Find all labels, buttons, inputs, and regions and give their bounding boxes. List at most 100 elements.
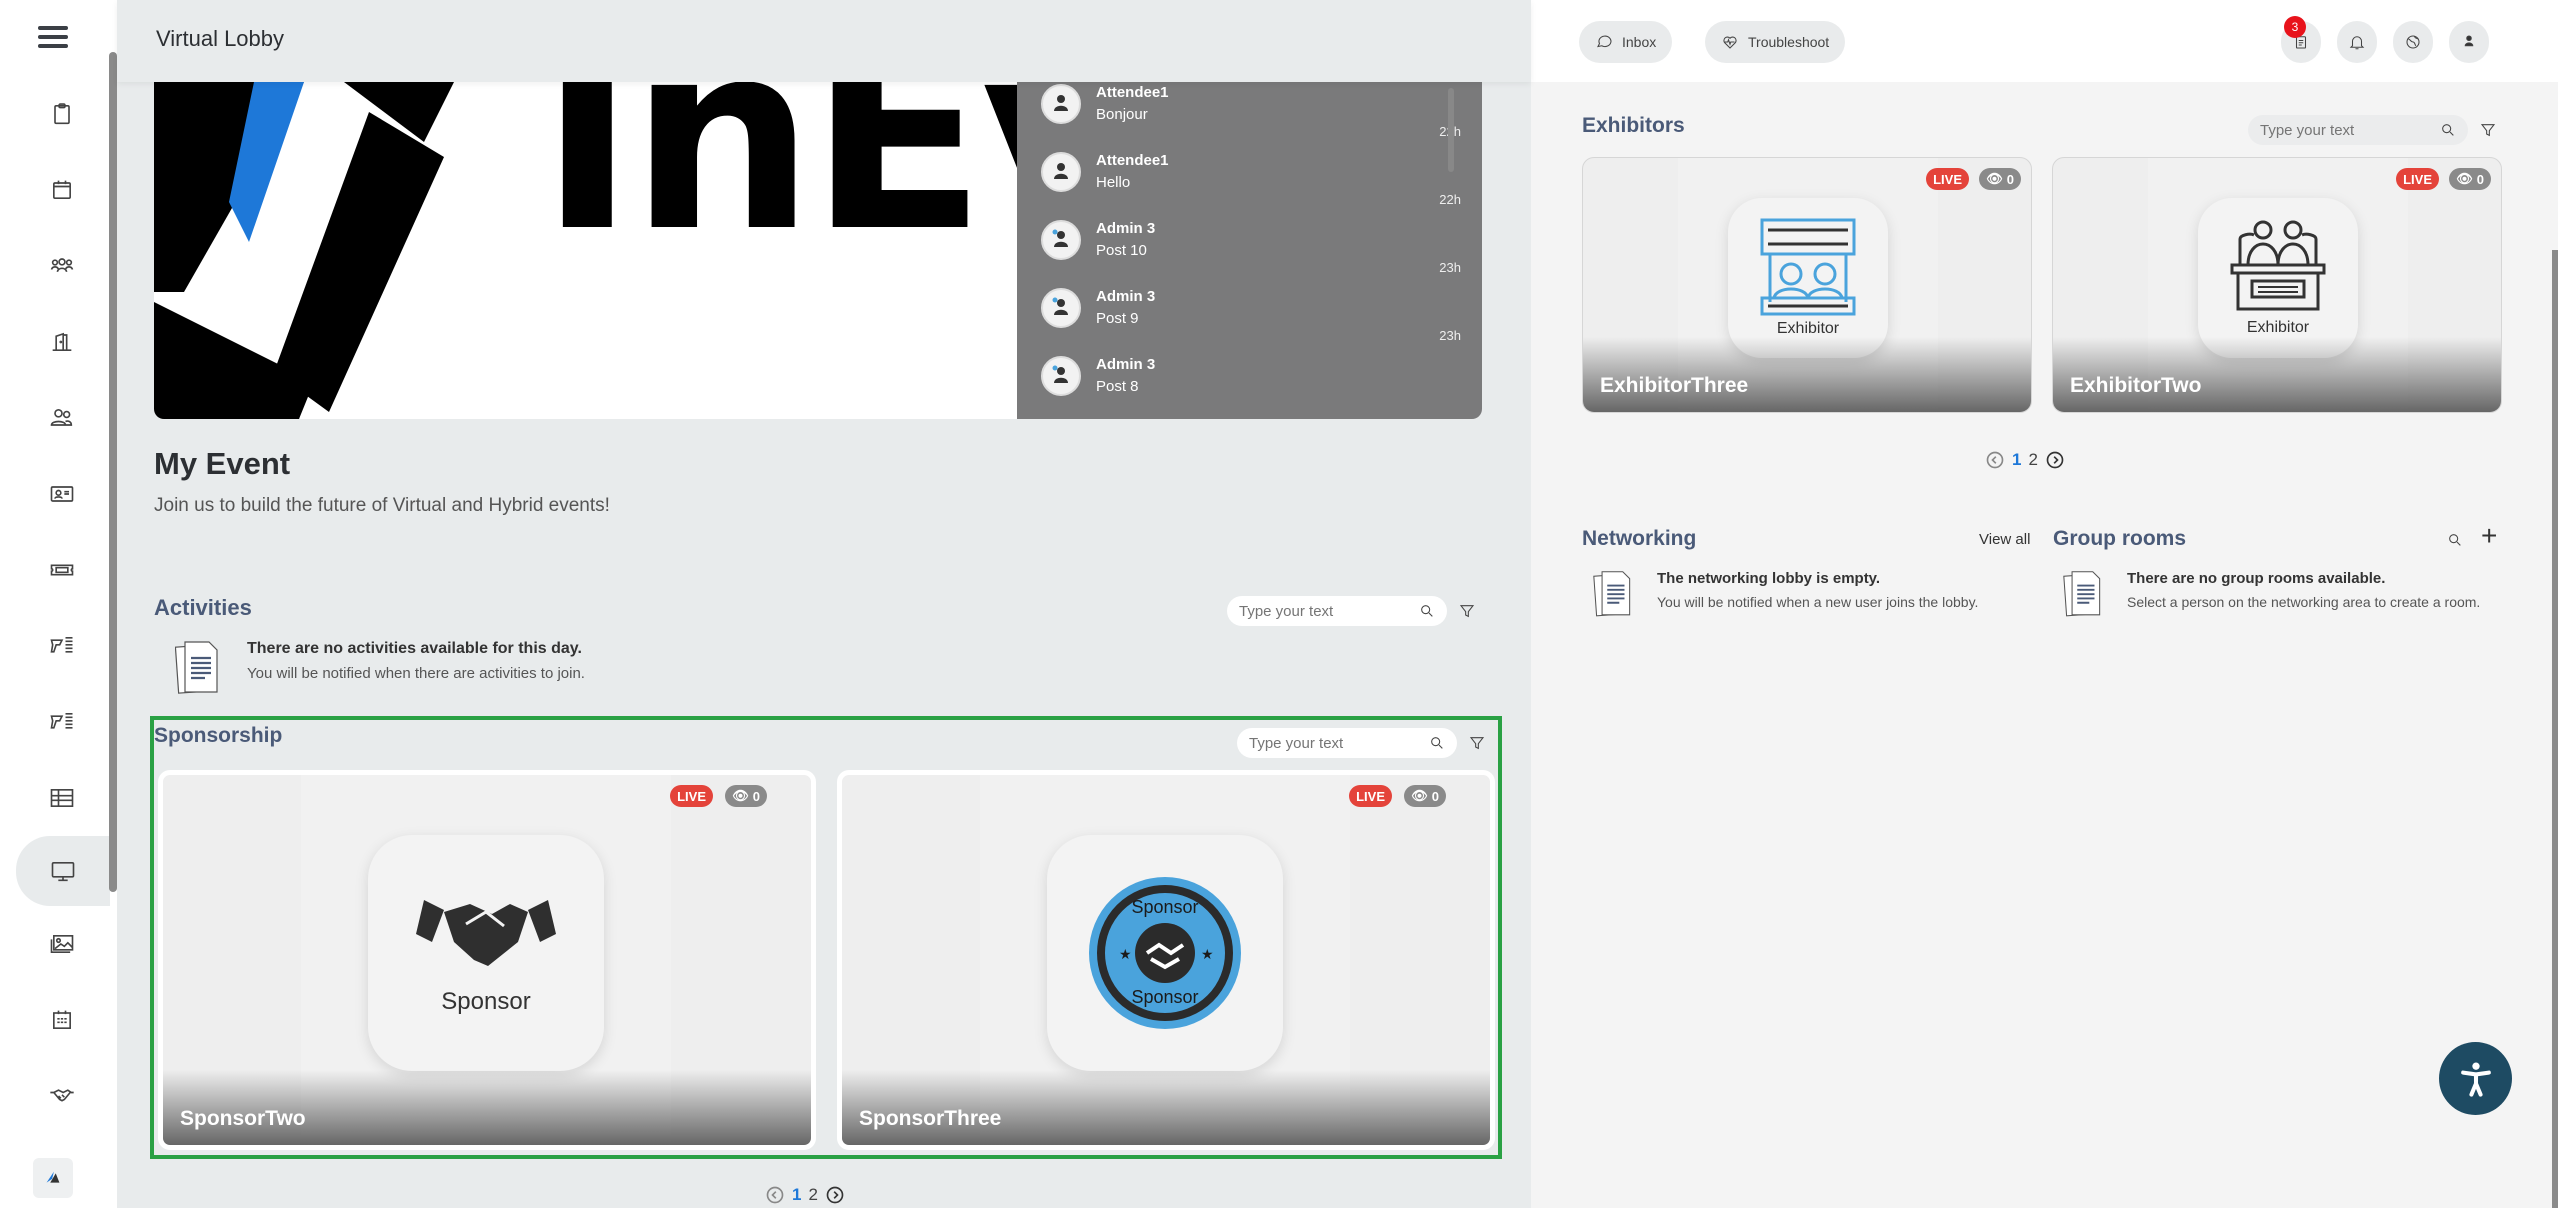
- exhibitor-tile-label: Exhibitor: [2246, 319, 2310, 336]
- id-card-icon: [50, 486, 74, 502]
- sponsor-tile: Sponsor Sponsor ★ ★: [1047, 835, 1283, 1071]
- chevron-right-icon[interactable]: [2045, 450, 2065, 470]
- notifications-button[interactable]: [2337, 21, 2377, 63]
- activities-title: Activities: [154, 595, 252, 620]
- sidebar-item-rooms[interactable]: [16, 310, 108, 374]
- sidebar-item-table[interactable]: [16, 766, 108, 830]
- feed-item[interactable]: Attendee1Bonjour22h: [1041, 84, 1461, 152]
- activity-feed: Attendee1Bonjour22hAttendee1Hello22hAdmi…: [1017, 82, 1482, 419]
- sidebar-item-networking[interactable]: [16, 386, 108, 450]
- feed-item[interactable]: Attendee1 Hello 22h: [1041, 152, 1461, 220]
- sidebar-item-calendar[interactable]: [16, 158, 108, 222]
- exhibitor-card[interactable]: Exhibitor LIVE 👁 0 ExhibitorThree: [1582, 157, 2032, 413]
- sidebar-item-schedule[interactable]: [16, 988, 108, 1052]
- activities-search-input[interactable]: [1239, 602, 1389, 620]
- sidebar-item-sponsors[interactable]: [16, 1064, 108, 1128]
- sponsor-card[interactable]: Sponsor LIVE 👁 0 SponsorTwo: [158, 770, 816, 1150]
- troubleshoot-button[interactable]: Troubleshoot: [1705, 21, 1846, 63]
- sidebar-item-tickets[interactable]: [16, 538, 108, 602]
- sidebar-item-scanner-2[interactable]: [16, 690, 108, 754]
- activities-filter-button[interactable]: [1457, 601, 1477, 621]
- exhibitor-podium-icon: [2230, 220, 2326, 311]
- feed-author: Admin 3: [1096, 356, 1156, 373]
- svg-text:★: ★: [1119, 946, 1132, 962]
- sponsorship-title: Sponsorship: [154, 724, 283, 747]
- exhibitor-card[interactable]: Exhibitor LIVE 👁 0 ExhibitorTwo: [2052, 157, 2502, 413]
- sponsorship-section: Sponsorship Sponsor LIVE 👁0 SponsorTwo: [150, 716, 1502, 1159]
- activities-empty-text: You will be notified when there are acti…: [247, 665, 585, 682]
- sidebar-item-scanner[interactable]: [16, 614, 108, 678]
- search-icon[interactable]: [1429, 735, 1445, 751]
- activities-search[interactable]: [1227, 596, 1447, 626]
- chevron-right-icon[interactable]: [825, 1185, 845, 1205]
- feed-time: 23h: [1439, 260, 1461, 275]
- feed-item[interactable]: Admin 3 Post 8: [1041, 356, 1461, 419]
- search-icon[interactable]: [1419, 603, 1435, 619]
- event-banner: InEve Attendee1 Bonjour 22h Attendee1 Hello 2…: [154, 82, 1482, 419]
- search-icon: [2449, 534, 2461, 546]
- language-button[interactable]: [2393, 21, 2433, 63]
- exhibitors-filter-button[interactable]: [2478, 120, 2498, 140]
- feed-message: Post 9: [1096, 310, 1139, 327]
- sidebar-item-agenda[interactable]: [16, 82, 108, 146]
- feed-author: Admin 3: [1096, 288, 1156, 305]
- main-content: Virtual Lobby InEve Attendee1Bonjour22hA…: [117, 0, 1531, 1208]
- accessibility-button[interactable]: [2439, 1042, 2512, 1115]
- event-logo-text: InEve: [539, 82, 1017, 289]
- eye-icon: 👁: [2456, 171, 2473, 186]
- sponsor-card[interactable]: Sponsor Sponsor ★ ★ LIVE 👁 0 SponsorThree: [837, 770, 1495, 1150]
- activities-empty-state: There are no activities available for th…: [175, 640, 585, 698]
- sponsorship-search-input[interactable]: [1249, 734, 1399, 752]
- search-icon[interactable]: [2440, 122, 2456, 138]
- page-1[interactable]: 1: [792, 1185, 801, 1205]
- page-2[interactable]: 2: [2028, 450, 2037, 470]
- feed-message: Post 8: [1096, 378, 1139, 395]
- add-group-room-button[interactable]: +: [2481, 520, 2497, 552]
- inbox-button[interactable]: Inbox: [1579, 21, 1673, 63]
- page-2[interactable]: 2: [808, 1185, 817, 1205]
- exhibitor-tile: Exhibitor: [1728, 198, 1888, 358]
- handshake-icon: [416, 900, 556, 966]
- calendar-grid-icon: [53, 1010, 71, 1029]
- page-title: Virtual Lobby: [156, 26, 285, 51]
- sponsorship-search[interactable]: [1237, 728, 1457, 758]
- hamburger-icon[interactable]: [38, 26, 68, 50]
- accessibility-icon: [2460, 1062, 2491, 1097]
- right-panel-scrollbar[interactable]: [2552, 250, 2558, 1208]
- clipboard-icon: [54, 103, 70, 125]
- group-rooms-title: Group rooms: [2053, 527, 2187, 550]
- document-icon: [2063, 571, 2101, 617]
- sidebar-item-attendees[interactable]: [16, 234, 108, 298]
- feed-scrollbar[interactable]: [1448, 88, 1454, 172]
- chevron-left-icon[interactable]: [1985, 450, 2005, 470]
- view-all-link[interactable]: View all: [1979, 531, 2030, 548]
- exhibitors-search[interactable]: [2248, 115, 2468, 145]
- live-badge: LIVE: [2396, 168, 2439, 190]
- group-rooms-empty-text: Select a person on the networking area t…: [2127, 594, 2481, 610]
- document-icon: [1593, 571, 1631, 617]
- sidebar-item-profile[interactable]: [16, 462, 108, 526]
- exhibitors-search-input[interactable]: [2260, 121, 2410, 139]
- user-avatar-button[interactable]: [2449, 21, 2489, 63]
- event-title: My Event: [154, 446, 291, 481]
- live-badge: LIVE: [670, 785, 713, 807]
- feed-item[interactable]: Admin 3 Post 9 23h: [1041, 288, 1461, 356]
- group-icon: [50, 258, 74, 273]
- chevron-left-icon[interactable]: [765, 1185, 785, 1205]
- sponsorship-filter-button[interactable]: [1467, 733, 1487, 753]
- sidebar-scrollbar[interactable]: [109, 52, 117, 892]
- activities-empty-title: There are no activities available for th…: [247, 640, 582, 657]
- table-icon: [50, 789, 74, 807]
- feed-message: Bonjour: [1096, 106, 1148, 123]
- chat-icon: [1597, 35, 1612, 48]
- page-1[interactable]: 1: [2012, 450, 2021, 470]
- sponsor-name: SponsorThree: [859, 1107, 1002, 1130]
- heart-pulse-icon: [1723, 36, 1737, 49]
- plus-icon: +: [2481, 520, 2498, 551]
- sidebar-item-virtual-lobby[interactable]: [16, 836, 110, 906]
- networking-title: Networking: [1582, 527, 1697, 550]
- group-rooms-search-button[interactable]: [2445, 530, 2465, 550]
- sidebar-item-gallery[interactable]: [16, 912, 108, 976]
- feed-item[interactable]: Admin 3 Post 10 23h: [1041, 220, 1461, 288]
- feed-message: Hello: [1096, 174, 1131, 191]
